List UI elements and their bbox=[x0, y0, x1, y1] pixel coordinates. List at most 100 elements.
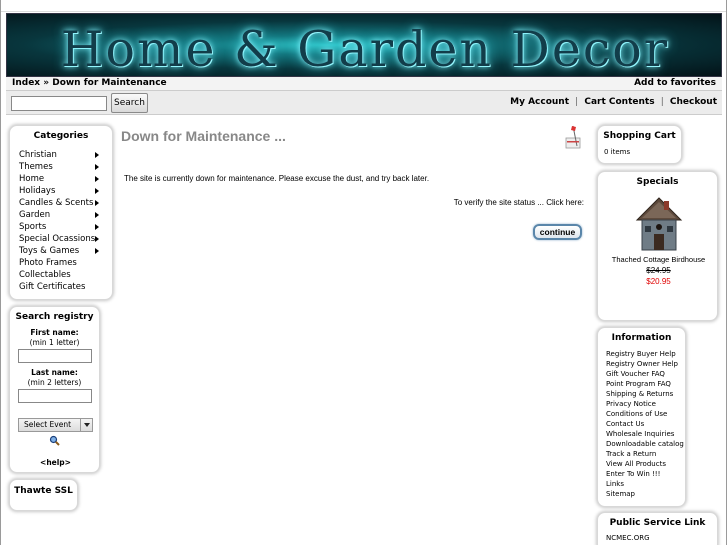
page: Home & Garden Decor Index » Down for Mai… bbox=[0, 0, 727, 545]
my-account-link[interactable]: My Account bbox=[510, 97, 569, 107]
chevron-right-icon bbox=[95, 164, 99, 170]
information-link[interactable]: Conditions of Use bbox=[606, 409, 685, 419]
account-separator: | bbox=[575, 97, 579, 107]
cart-contents-link[interactable]: Cart Contents bbox=[584, 97, 654, 107]
information-link[interactable]: View All Products bbox=[606, 459, 685, 469]
chevron-down-icon[interactable] bbox=[80, 419, 92, 431]
category-label: Special Ocassions bbox=[19, 234, 96, 244]
add-to-favorites-link[interactable]: Add to favorites bbox=[634, 78, 716, 88]
categories-list: Christian Themes Home Holidays Candles & Sce… bbox=[10, 149, 112, 293]
search-icon[interactable] bbox=[49, 435, 60, 446]
select-event-value: Select Event bbox=[24, 420, 72, 429]
information-box: Information Registry Buyer Help Registry … bbox=[597, 327, 686, 507]
registry-title: Search registry bbox=[15, 312, 94, 322]
specials-box: Specials Thached Cottage Birdhouse $24.9… bbox=[597, 171, 718, 321]
select-event-dropdown[interactable]: Select Event bbox=[18, 418, 93, 432]
information-link[interactable]: Shipping & Returns bbox=[606, 389, 685, 399]
category-item[interactable]: Toys & Games bbox=[10, 245, 112, 257]
information-link[interactable]: Privacy Notice bbox=[606, 399, 685, 409]
category-label: Toys & Games bbox=[19, 246, 80, 256]
information-title: Information bbox=[611, 333, 672, 343]
account-separator: | bbox=[660, 97, 664, 107]
page-title: Down for Maintenance ... bbox=[121, 128, 286, 144]
birdhouse-product-image[interactable] bbox=[634, 196, 684, 254]
special-new-price: $20.95 bbox=[646, 277, 671, 286]
category-item[interactable]: Home bbox=[10, 173, 112, 185]
information-link[interactable]: Registry Owner Help bbox=[606, 359, 685, 369]
search-registry-box: Search registry First name: (min 1 lette… bbox=[9, 306, 100, 473]
public-service-box: Public Service Link NCMEC.ORG bbox=[597, 512, 718, 545]
information-link[interactable]: Registry Buyer Help bbox=[606, 349, 685, 359]
information-link[interactable]: Contact Us bbox=[606, 419, 685, 429]
chevron-right-icon bbox=[95, 188, 99, 194]
information-list: Registry Buyer Help Registry Owner Help Gi… bbox=[598, 349, 685, 499]
category-item[interactable]: Sports bbox=[10, 221, 112, 233]
chevron-right-icon bbox=[95, 224, 99, 230]
maintenance-message: The site is currently down for maintenan… bbox=[124, 174, 430, 183]
category-item[interactable]: Themes bbox=[10, 161, 112, 173]
search-input[interactable] bbox=[11, 96, 107, 111]
top-strip bbox=[1, 0, 726, 12]
banner-title: Home & Garden Decor bbox=[60, 21, 670, 77]
chevron-right-icon bbox=[95, 248, 99, 254]
information-link[interactable]: Sitemap bbox=[606, 489, 685, 499]
chevron-right-icon bbox=[95, 212, 99, 218]
first-name-hint: (min 1 letter) bbox=[29, 338, 80, 347]
category-item[interactable]: Photo Frames bbox=[10, 257, 112, 269]
information-link[interactable]: Wholesale Inquiries bbox=[606, 429, 685, 439]
category-item[interactable]: Special Ocassions bbox=[10, 233, 112, 245]
category-label: Photo Frames bbox=[19, 258, 77, 268]
category-item[interactable]: Collectables bbox=[10, 269, 112, 281]
verify-status-text: To verify the site status ... Click here… bbox=[453, 198, 584, 207]
category-label: Christian bbox=[19, 150, 57, 160]
thawte-ssl-box: Thawte SSL bbox=[9, 479, 78, 511]
category-label: Gift Certificates bbox=[19, 282, 86, 292]
breadcrumb-current[interactable]: Down for Maintenance bbox=[52, 78, 166, 88]
information-link[interactable]: Track a Return bbox=[606, 449, 685, 459]
category-label: Home bbox=[19, 174, 45, 184]
categories-title: Categories bbox=[33, 131, 89, 141]
information-link[interactable]: Enter To Win !!! bbox=[606, 469, 685, 479]
category-item[interactable]: Christian bbox=[10, 149, 112, 161]
first-name-field[interactable] bbox=[17, 349, 92, 363]
breadcrumb-separator: » bbox=[43, 78, 50, 88]
category-label: Holidays bbox=[19, 186, 56, 196]
continue-button[interactable]: continue bbox=[533, 224, 582, 240]
last-name-label: Last name: bbox=[31, 368, 78, 377]
category-item[interactable]: Garden bbox=[10, 209, 112, 221]
category-item[interactable]: Candles & Scents bbox=[10, 197, 112, 209]
account-links: My Account | Cart Contents | Checkout bbox=[510, 97, 717, 107]
first-name-label: First name: bbox=[30, 328, 79, 337]
public-service-link[interactable]: NCMEC.ORG bbox=[606, 533, 717, 543]
search-button[interactable]: Search bbox=[111, 93, 148, 113]
thawte-title: Thawte SSL bbox=[14, 486, 73, 496]
categories-box: Categories Christian Themes Home Holidays Ca… bbox=[9, 125, 113, 300]
maintenance-icon bbox=[565, 125, 581, 149]
category-label: Themes bbox=[19, 162, 53, 172]
chevron-right-icon bbox=[95, 176, 99, 182]
information-link[interactable]: Downloadable catalog bbox=[606, 439, 685, 449]
category-item[interactable]: Holidays bbox=[10, 185, 112, 197]
category-item[interactable]: Gift Certificates bbox=[10, 281, 112, 293]
specials-title[interactable]: Specials bbox=[598, 172, 717, 187]
site-banner[interactable]: Home & Garden Decor bbox=[6, 13, 722, 77]
category-label: Sports bbox=[19, 222, 47, 232]
category-label: Collectables bbox=[19, 270, 71, 280]
category-label: Candles & Scents bbox=[19, 198, 94, 208]
information-link[interactable]: Gift Voucher FAQ bbox=[606, 369, 685, 379]
cart-title[interactable]: Shopping Cart bbox=[598, 126, 681, 141]
registry-help-link[interactable]: <help> bbox=[10, 458, 101, 468]
last-name-field[interactable] bbox=[17, 389, 92, 403]
special-product-name[interactable]: Thached Cottage Birdhouse bbox=[598, 255, 719, 264]
breadcrumb-bar: Index » Down for Maintenance Add to favo… bbox=[6, 77, 722, 91]
breadcrumb: Index » Down for Maintenance bbox=[12, 78, 167, 88]
shopping-cart-box: Shopping Cart 0 items bbox=[597, 125, 682, 164]
information-link[interactable]: Links bbox=[606, 479, 685, 489]
search-bar: Search My Account | Cart Contents | Chec… bbox=[6, 91, 722, 115]
public-service-title: Public Service Link bbox=[609, 518, 706, 528]
public-service-list: NCMEC.ORG bbox=[598, 533, 717, 543]
category-label: Garden bbox=[19, 210, 51, 220]
information-link[interactable]: Point Program FAQ bbox=[606, 379, 685, 389]
breadcrumb-index-link[interactable]: Index bbox=[12, 78, 40, 88]
checkout-link[interactable]: Checkout bbox=[670, 97, 717, 107]
